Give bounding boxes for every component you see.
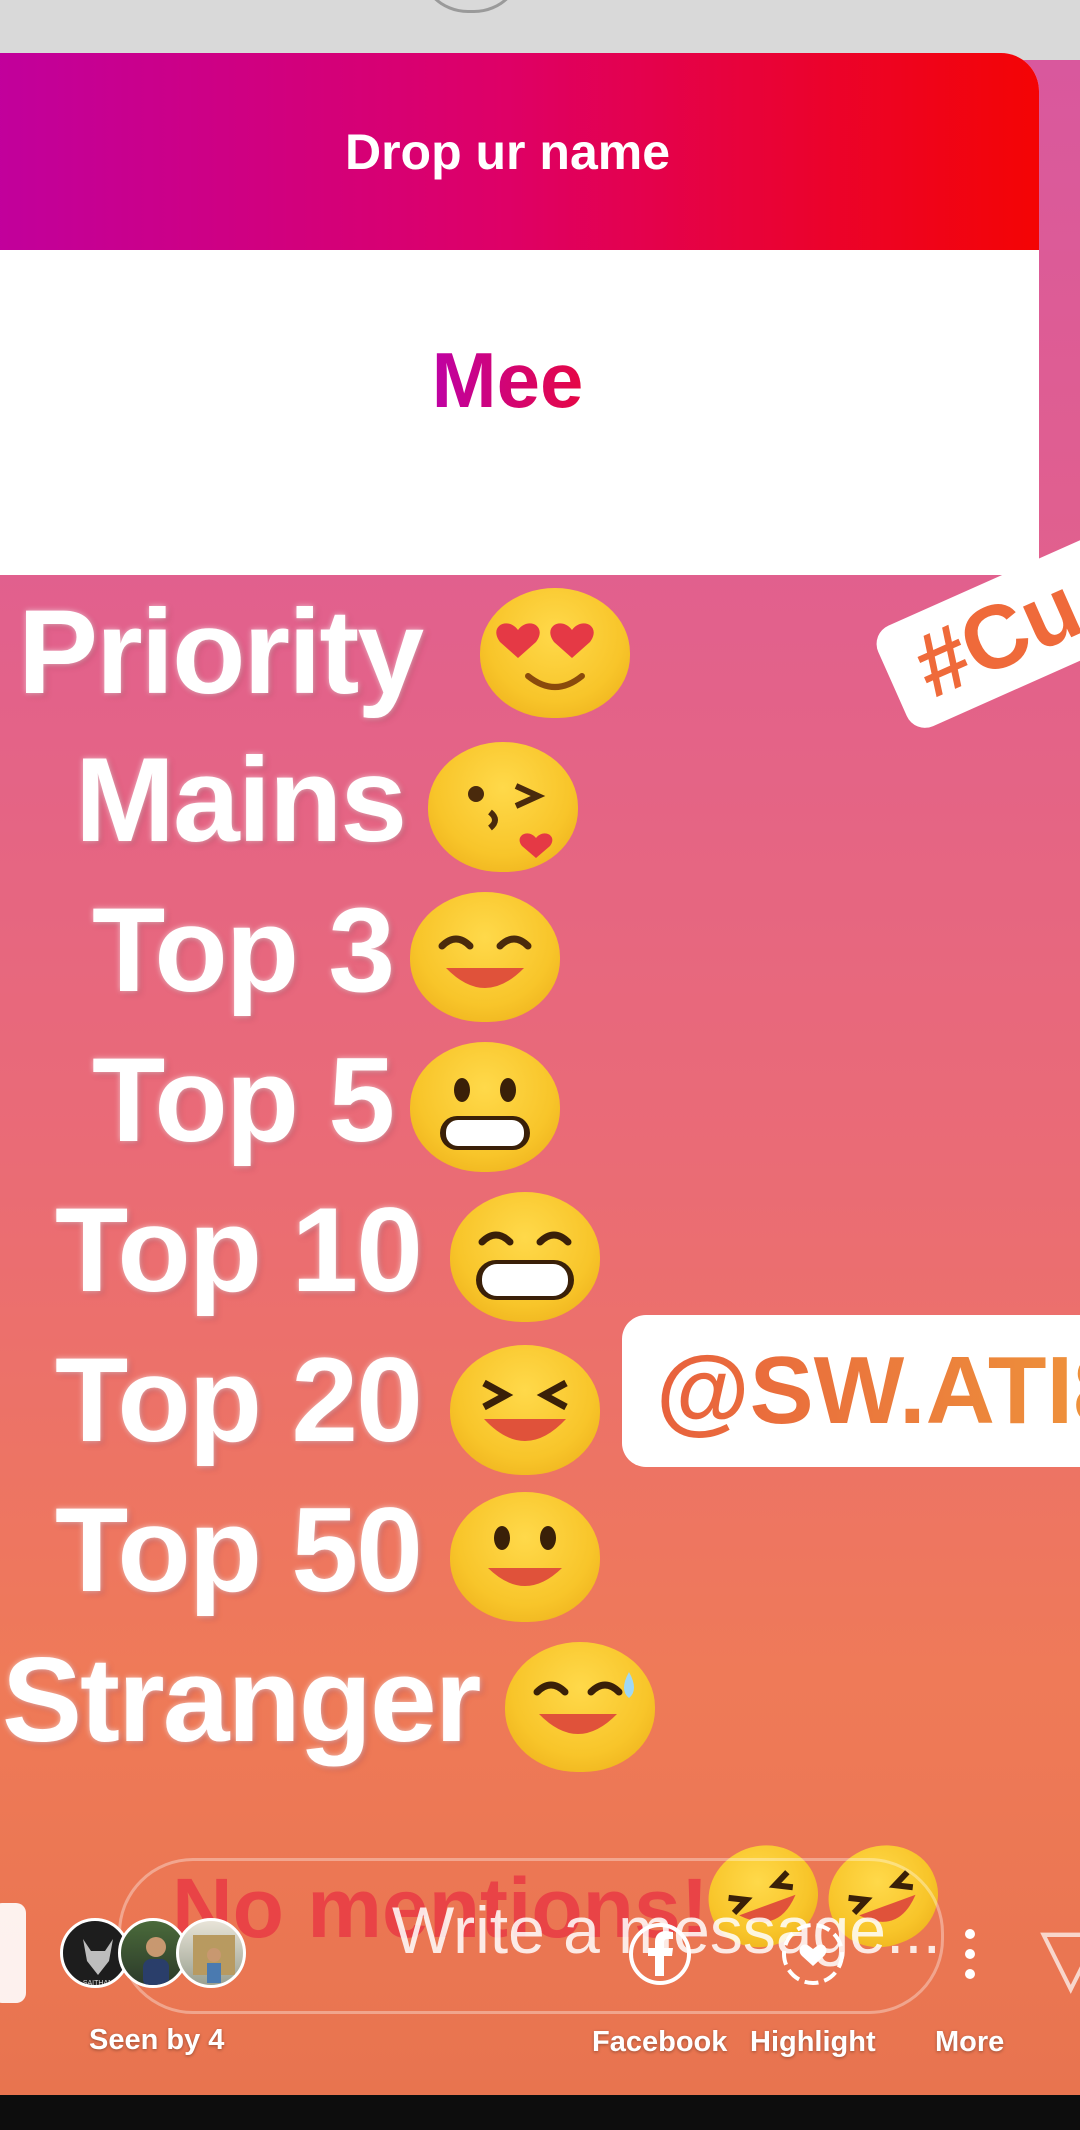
grinning-emoji: [410, 1042, 560, 1172]
list-item-stranger: Stranger: [2, 1633, 481, 1767]
more-label: More: [935, 2026, 1005, 2058]
list-item-mains: Mains: [75, 733, 407, 867]
seen-by-label[interactable]: Seen by 4: [89, 2024, 224, 2057]
list-item-top-10: Top 10: [55, 1183, 423, 1317]
highlight-button[interactable]: Highlight: [750, 1922, 876, 2059]
list-item-top-20: Top 20: [55, 1333, 423, 1467]
smiley-emoji: [450, 1492, 600, 1622]
squinting-laugh-emoji: [450, 1345, 600, 1475]
more-vertical-icon: [938, 1922, 1002, 1986]
question-sticker[interactable]: Drop ur name Mee: [0, 53, 1039, 575]
story-canvas[interactable]: #Cu Priority Mains Top 3 Top 5 Top 10 To…: [0, 0, 1080, 2095]
viewer-avatar[interactable]: [176, 1918, 246, 1988]
mention-sticker[interactable]: @SW.ATI875: [622, 1315, 1080, 1467]
camera-button-edge[interactable]: [0, 1903, 26, 2003]
answer-text: Mee: [0, 335, 1039, 426]
question-text: Drop ur name: [0, 53, 1039, 250]
send-icon-edge[interactable]: ▽: [1040, 1910, 1080, 2003]
highlight-heart-icon: [781, 1922, 845, 1986]
svg-text:SAITHAN: SAITHAN: [83, 1980, 113, 1987]
facebook-label: Facebook: [592, 2026, 728, 2058]
smiling-eyes-emoji: [410, 892, 560, 1022]
beaming-emoji: [450, 1192, 600, 1322]
facebook-icon: [628, 1922, 692, 1986]
list-item-top-50: Top 50: [55, 1483, 423, 1617]
facebook-button[interactable]: Facebook: [592, 1922, 727, 2059]
smiling-sweat-emoji: [505, 1642, 655, 1772]
highlight-label: Highlight: [750, 2026, 876, 2058]
kissing-wink-emoji: [428, 742, 578, 872]
system-nav-bar: [0, 2095, 1080, 2130]
heart-eyes-emoji: [480, 588, 630, 718]
list-item-top-3: Top 3: [92, 883, 395, 1017]
more-button[interactable]: More: [935, 1922, 1004, 2059]
list-item-top-5: Top 5: [92, 1033, 395, 1167]
list-item-priority: Priority: [18, 585, 424, 719]
top-strip: [0, 0, 1080, 60]
